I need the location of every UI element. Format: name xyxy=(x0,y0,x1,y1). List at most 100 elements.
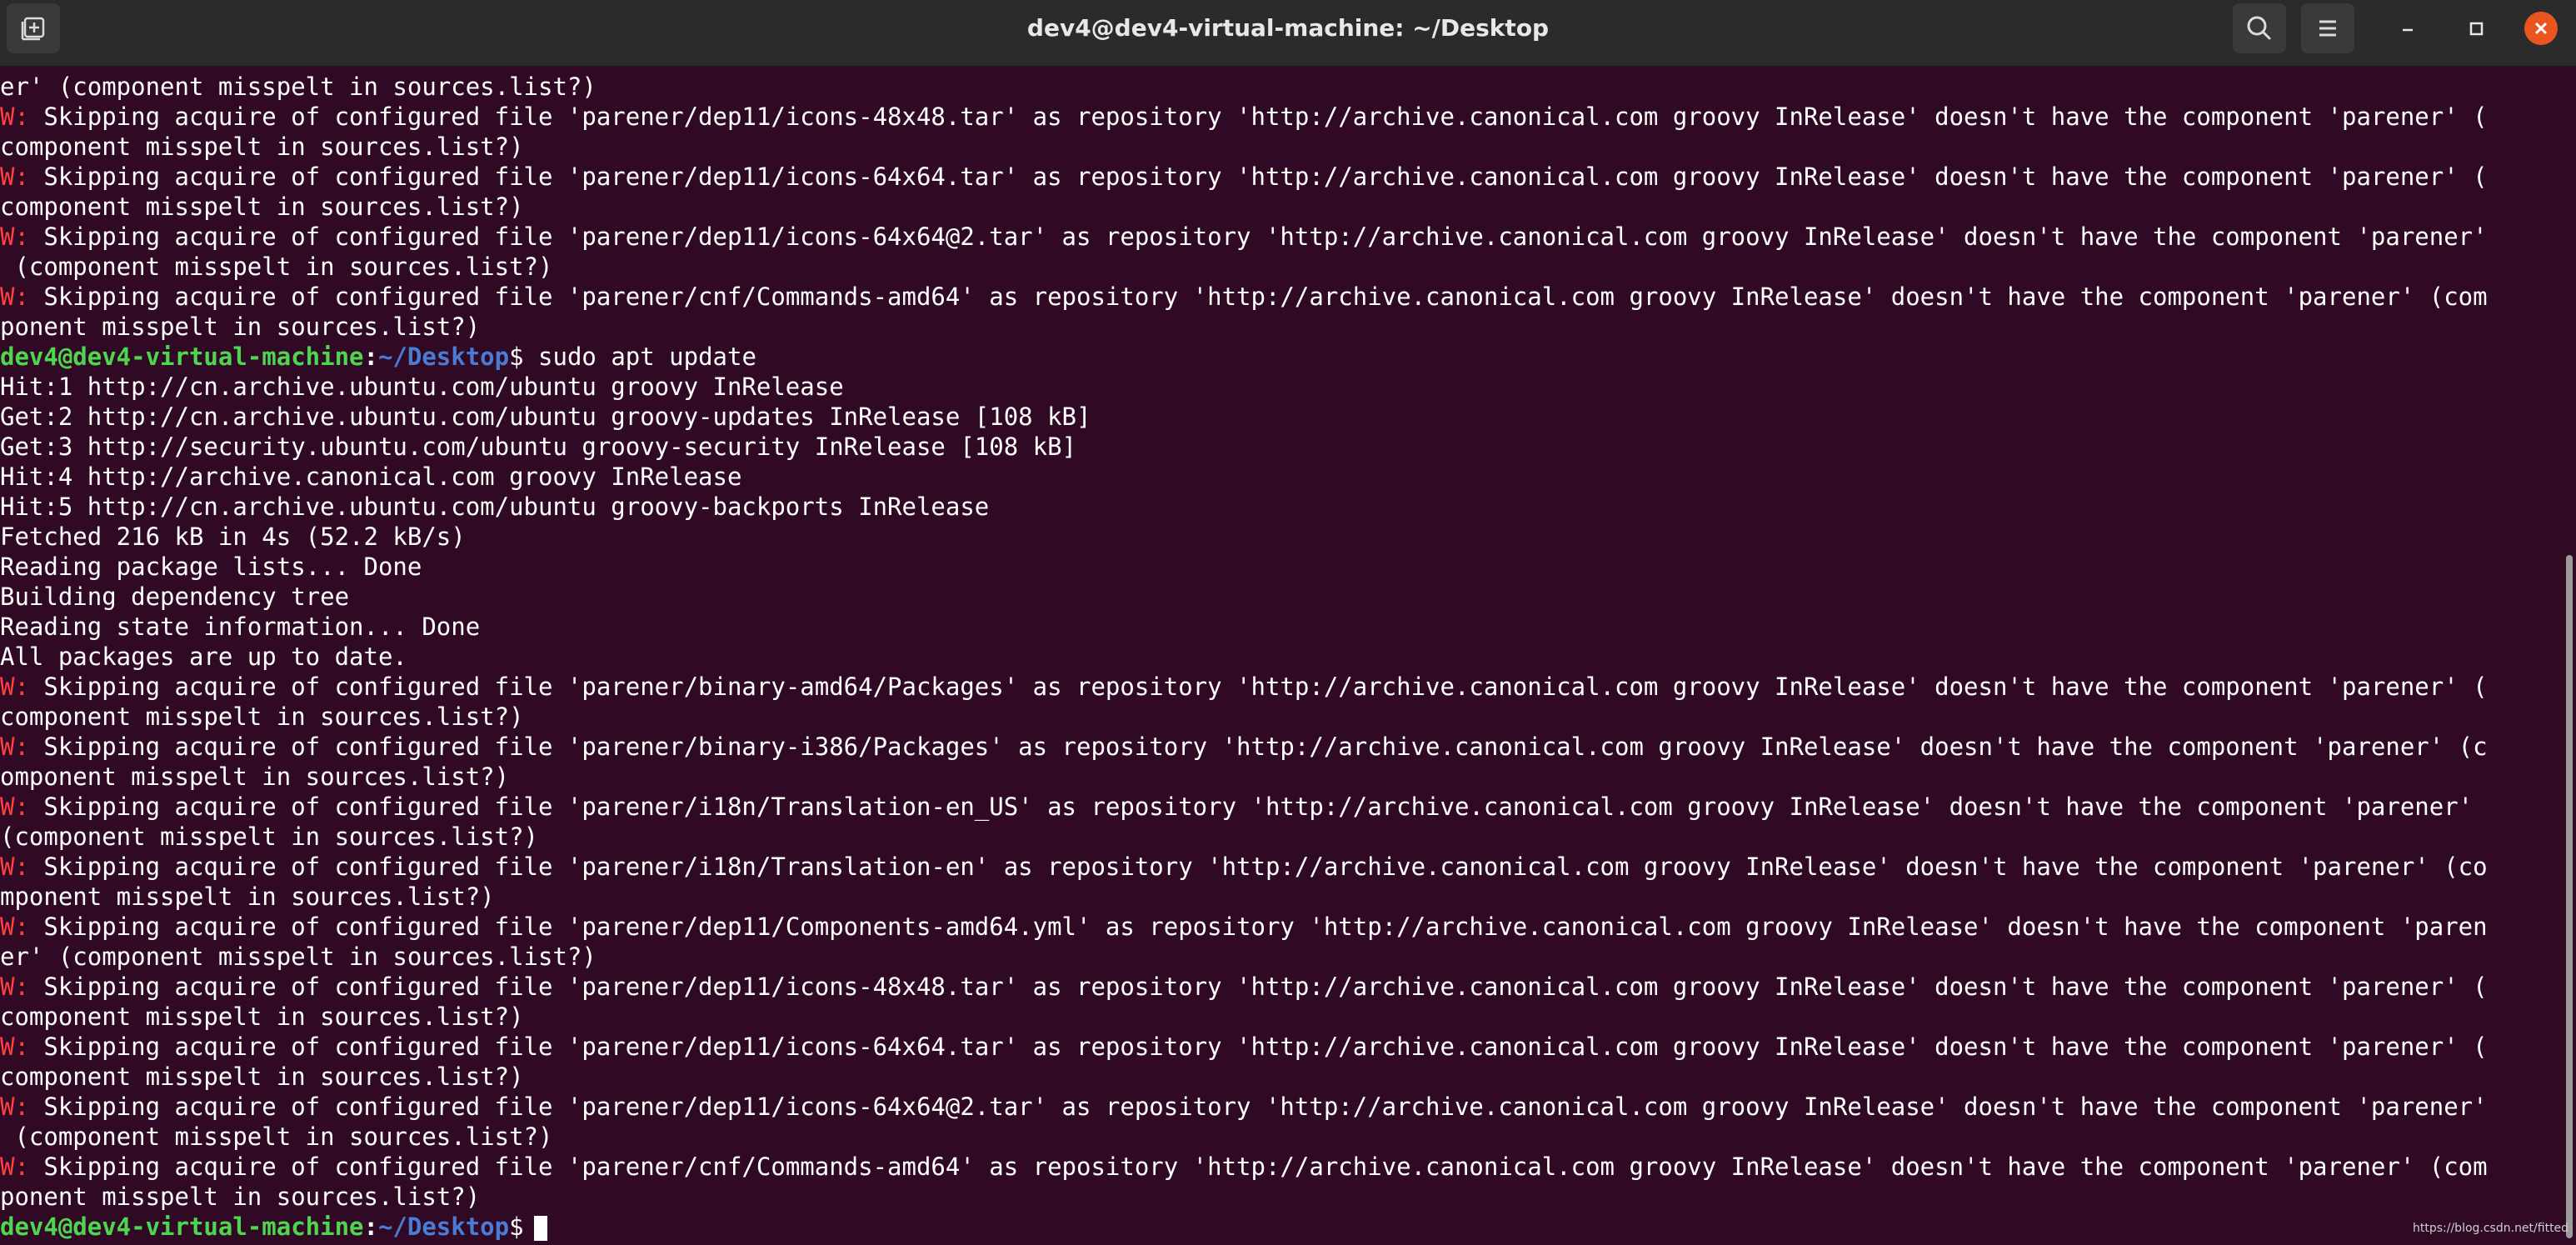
prompt-separator: : xyxy=(363,342,378,371)
terminal-output[interactable]: er' (component misspelt in sources.list?… xyxy=(0,67,2563,1245)
warning-text: Skipping acquire of configured file 'par… xyxy=(28,282,2488,311)
line-text: component misspelt in sources.list?) xyxy=(0,1062,524,1091)
search-button[interactable] xyxy=(2233,3,2286,53)
line-text: er' (component misspelt in sources.list?… xyxy=(0,72,597,101)
prompt-user-host: dev4@dev4-virtual-machine xyxy=(0,1212,364,1241)
warning-line: W: Skipping acquire of configured file '… xyxy=(0,672,2488,702)
line-text: Fetched 216 kB in 4s (52.2 kB/s) xyxy=(0,522,466,551)
line-text: component misspelt in sources.list?) xyxy=(0,702,524,731)
output-line: Reading package lists... Done xyxy=(0,552,422,582)
warning-prefix: W: xyxy=(0,282,29,311)
line-text: er' (component misspelt in sources.list?… xyxy=(0,942,597,971)
wrapped-line: omponent misspelt in sources.list?) xyxy=(0,762,509,792)
search-icon xyxy=(2247,16,2271,40)
minimize-icon xyxy=(2403,28,2413,32)
new-tab-icon xyxy=(21,17,45,41)
line-text: component misspelt in sources.list?) xyxy=(0,1002,524,1031)
warning-text: Skipping acquire of configured file 'par… xyxy=(28,222,2488,251)
line-text: (component misspelt in sources.list?) xyxy=(0,822,539,851)
wrapped-line: component misspelt in sources.list?) xyxy=(0,702,524,732)
wrapped-line: component misspelt in sources.list?) xyxy=(0,132,524,162)
warning-line: W: Skipping acquire of configured file '… xyxy=(0,1032,2488,1062)
line-text: component misspelt in sources.list?) xyxy=(0,132,524,161)
output-line: Get:2 http://cn.archive.ubuntu.com/ubunt… xyxy=(0,402,1091,432)
title-bar[interactable]: dev4@dev4-virtual-machine: ~/Desktop xyxy=(0,0,2576,67)
new-tab-button[interactable] xyxy=(7,3,60,53)
warning-text: Skipping acquire of configured file 'par… xyxy=(28,912,2488,941)
wrapped-line: mponent misspelt in sources.list?) xyxy=(0,882,495,912)
prompt-path: ~/Desktop xyxy=(377,1212,510,1241)
line-text: (component misspelt in sources.list?) xyxy=(0,1122,553,1151)
line-text: Get:3 http://security.ubuntu.com/ubuntu … xyxy=(0,432,1077,461)
warning-line: W: Skipping acquire of configured file '… xyxy=(0,972,2488,1002)
warning-text: Skipping acquire of configured file 'par… xyxy=(28,102,2488,131)
output-line: Hit:4 http://archive.canonical.com groov… xyxy=(0,462,741,492)
line-text: (component misspelt in sources.list?) xyxy=(0,252,553,281)
prompt-symbol: $ xyxy=(509,1212,524,1241)
line-text: Reading state information... Done xyxy=(0,612,481,641)
prompt-line: dev4@dev4-virtual-machine:~/Desktop$ xyxy=(0,1212,547,1242)
warning-text: Skipping acquire of configured file 'par… xyxy=(28,1092,2488,1121)
output-line: Reading state information... Done xyxy=(0,612,480,642)
line-text: Reading package lists... Done xyxy=(0,552,422,581)
warning-prefix: W: xyxy=(0,732,29,761)
line-text: ponent misspelt in sources.list?) xyxy=(0,312,481,341)
warning-line: W: Skipping acquire of configured file '… xyxy=(0,1152,2488,1182)
warning-text: Skipping acquire of configured file 'par… xyxy=(28,162,2488,191)
close-icon xyxy=(2534,22,2548,35)
output-line: Building dependency tree xyxy=(0,582,349,612)
wrapped-line: (component misspelt in sources.list?) xyxy=(0,252,552,282)
maximize-button[interactable] xyxy=(2459,12,2493,45)
prompt-path: ~/Desktop xyxy=(377,342,510,371)
warning-line: W: Skipping acquire of configured file '… xyxy=(0,792,2473,822)
menu-button[interactable] xyxy=(2301,3,2354,53)
wrapped-line: component misspelt in sources.list?) xyxy=(0,1062,524,1092)
terminal-window: dev4@dev4-virtual-machine: ~/Desktop er'… xyxy=(0,0,2576,1245)
line-text: Hit:5 http://cn.archive.ubuntu.com/ubunt… xyxy=(0,492,990,521)
output-line: Fetched 216 kB in 4s (52.2 kB/s) xyxy=(0,522,466,552)
output-line: All packages are up to date. xyxy=(0,642,407,672)
warning-prefix: W: xyxy=(0,852,29,881)
warning-prefix: W: xyxy=(0,162,29,191)
wrapped-line: (component misspelt in sources.list?) xyxy=(0,1122,552,1152)
line-text: Building dependency tree xyxy=(0,582,350,611)
line-text: ponent misspelt in sources.list?) xyxy=(0,1182,481,1211)
line-text: Get:2 http://cn.archive.ubuntu.com/ubunt… xyxy=(0,402,1091,431)
warning-text: Skipping acquire of configured file 'par… xyxy=(28,972,2488,1001)
warning-prefix: W: xyxy=(0,972,29,1001)
minimize-button[interactable] xyxy=(2391,12,2424,45)
warning-prefix: W: xyxy=(0,102,29,131)
output-line: Hit:1 http://cn.archive.ubuntu.com/ubunt… xyxy=(0,372,844,402)
wrapped-line: ponent misspelt in sources.list?) xyxy=(0,312,480,342)
warning-line: W: Skipping acquire of configured file '… xyxy=(0,162,2488,192)
warning-text: Skipping acquire of configured file 'par… xyxy=(28,1152,2488,1181)
wrapped-line: ponent misspelt in sources.list?) xyxy=(0,1182,480,1212)
hamburger-menu-icon xyxy=(2319,20,2336,37)
warning-line: W: Skipping acquire of configured file '… xyxy=(0,282,2488,312)
warning-text: Skipping acquire of configured file 'par… xyxy=(28,672,2488,701)
warning-text: Skipping acquire of configured file 'par… xyxy=(28,732,2488,761)
prompt-command: sudo apt update xyxy=(523,342,756,371)
scrollbar-thumb[interactable] xyxy=(2566,555,2573,1238)
prompt-symbol: $ xyxy=(509,342,524,371)
warning-prefix: W: xyxy=(0,1032,29,1061)
warning-line: W: Skipping acquire of configured file '… xyxy=(0,912,2488,942)
prompt-line: dev4@dev4-virtual-machine:~/Desktop$ sud… xyxy=(0,342,756,372)
line-text: mponent misspelt in sources.list?) xyxy=(0,882,495,911)
warning-text: Skipping acquire of configured file 'par… xyxy=(28,852,2488,881)
warning-line: W: Skipping acquire of configured file '… xyxy=(0,222,2488,252)
line-text: Hit:4 http://archive.canonical.com groov… xyxy=(0,462,742,491)
maximize-icon xyxy=(2469,22,2484,36)
wrapped-line: component misspelt in sources.list?) xyxy=(0,192,524,222)
warning-prefix: W: xyxy=(0,792,29,821)
window-title: dev4@dev4-virtual-machine: ~/Desktop xyxy=(1026,14,1550,42)
line-text: component misspelt in sources.list?) xyxy=(0,192,524,221)
wrapped-line: (component misspelt in sources.list?) xyxy=(0,822,538,852)
warning-line: W: Skipping acquire of configured file '… xyxy=(0,852,2488,882)
close-button[interactable] xyxy=(2524,12,2558,45)
output-line: Get:3 http://security.ubuntu.com/ubuntu … xyxy=(0,432,1076,462)
output-line: Hit:5 http://cn.archive.ubuntu.com/ubunt… xyxy=(0,492,989,522)
line-text: Hit:1 http://cn.archive.ubuntu.com/ubunt… xyxy=(0,372,844,401)
line-text: All packages are up to date. xyxy=(0,642,407,671)
prompt-user-host: dev4@dev4-virtual-machine xyxy=(0,342,364,371)
